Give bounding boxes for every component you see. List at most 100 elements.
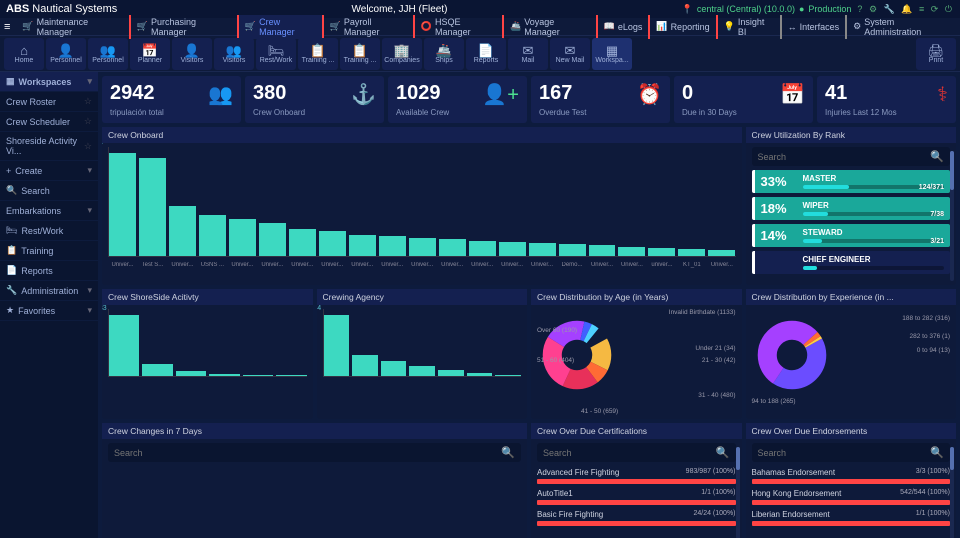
chart-bar[interactable] bbox=[142, 364, 172, 376]
endorse-search[interactable]: 🔍 bbox=[752, 443, 951, 462]
toolbar-button[interactable]: ✉Mail bbox=[508, 38, 548, 70]
toolbar-button[interactable]: 📅Planner bbox=[130, 38, 170, 70]
module-tab[interactable]: 🛒Purchasing Manager bbox=[129, 15, 237, 39]
search-input[interactable] bbox=[758, 152, 931, 162]
cert-item[interactable]: Liberian Endorsement1/1 (100%) bbox=[752, 508, 951, 526]
search-icon[interactable]: 🔍 bbox=[930, 446, 944, 459]
sidebar-item[interactable]: Crew Roster☆ bbox=[0, 92, 98, 112]
kpi-card[interactable]: 167Overdue Test⏰ bbox=[531, 76, 670, 123]
module-tab[interactable]: 🛒Payroll Manager bbox=[322, 15, 413, 39]
gear-icon[interactable]: ⚙ bbox=[869, 4, 877, 14]
chart-bar[interactable]: Univer... bbox=[289, 229, 316, 256]
toolbar-button[interactable]: 📋Training ... bbox=[298, 38, 338, 70]
toolbar-button[interactable]: ✉New Mail bbox=[550, 38, 590, 70]
chart-bar[interactable]: Univer... bbox=[529, 243, 556, 256]
cert-item[interactable]: AutoTitle11/1 (100%) bbox=[537, 487, 736, 505]
toolbar-button[interactable]: 👥Visitors bbox=[214, 38, 254, 70]
chart-bar[interactable]: Univer... bbox=[589, 245, 616, 256]
sidebar-item[interactable]: 🔍Search bbox=[0, 181, 98, 201]
cert-item[interactable]: Basic Fire Fighting24/24 (100%) bbox=[537, 508, 736, 526]
chart-bar[interactable]: univer... bbox=[648, 248, 675, 256]
toolbar-button[interactable]: 👥Personnel bbox=[88, 38, 128, 70]
toolbar-button[interactable]: ▦Workspa... bbox=[592, 38, 632, 70]
chart-bar[interactable]: Univer... bbox=[499, 242, 526, 256]
toolbar-button[interactable]: ⌂Home bbox=[4, 38, 44, 70]
sidebar-item[interactable]: 🔧Administration▾ bbox=[0, 281, 98, 301]
util-rank-item[interactable]: CHIEF ENGINEER bbox=[752, 251, 951, 274]
toolbar-button[interactable]: 🛏Rest/Work bbox=[256, 38, 296, 70]
chart-bar[interactable]: Univer... bbox=[409, 238, 436, 256]
chart-bar[interactable]: Univer... bbox=[319, 231, 346, 256]
scrollbar[interactable] bbox=[950, 447, 954, 538]
sidebar-item[interactable]: ★Favorites▾ bbox=[0, 301, 98, 321]
chart-bar[interactable] bbox=[381, 361, 407, 376]
chart-bar[interactable]: Univer... bbox=[229, 219, 256, 256]
module-tab[interactable]: ↔Interfaces bbox=[780, 15, 846, 39]
toolbar-button[interactable]: 👤Personnel bbox=[46, 38, 86, 70]
chart-bar[interactable] bbox=[438, 370, 464, 376]
chart-bar[interactable]: Univer... bbox=[109, 153, 136, 256]
chart-bar[interactable] bbox=[324, 315, 350, 376]
chart-bar[interactable] bbox=[243, 375, 273, 376]
kpi-card[interactable]: 41Injuries Last 12 Mos⚕ bbox=[817, 76, 956, 123]
sidebar-item[interactable]: +Create▾ bbox=[0, 161, 98, 181]
sidebar-item[interactable]: Crew Scheduler☆ bbox=[0, 112, 98, 132]
chart-bar[interactable]: Demo... bbox=[559, 244, 586, 256]
module-tab[interactable]: 💡Insight BI bbox=[716, 15, 780, 39]
module-tab[interactable]: 📖eLogs bbox=[596, 15, 649, 39]
util-search[interactable]: 🔍 bbox=[752, 147, 951, 166]
bell-icon[interactable]: 🔔 bbox=[901, 4, 912, 14]
chart-bar[interactable]: Univer... bbox=[708, 250, 735, 256]
sidebar-item[interactable]: 📄Reports bbox=[0, 261, 98, 281]
toolbar-button[interactable]: 📄Reports bbox=[466, 38, 506, 70]
sidebar-item[interactable]: Embarkations▾ bbox=[0, 201, 98, 221]
help-icon[interactable]: ? bbox=[857, 4, 862, 14]
util-rank-item[interactable]: 18%WIPER7/38 bbox=[752, 197, 951, 220]
menu-icon[interactable]: ≡ bbox=[919, 4, 924, 14]
search-icon[interactable]: 🔍 bbox=[501, 446, 515, 459]
sidebar-item[interactable]: 📋Training bbox=[0, 241, 98, 261]
cert-item[interactable]: Hong Kong Endorsement542/544 (100%) bbox=[752, 487, 951, 505]
changes-search[interactable]: 🔍 bbox=[108, 443, 521, 462]
chart-bar[interactable]: Univer... bbox=[469, 241, 496, 256]
search-input[interactable] bbox=[758, 448, 931, 458]
sidebar-header[interactable]: ▦Workspaces ▾ bbox=[0, 72, 98, 92]
kpi-card[interactable]: 2942tripulación total👥 bbox=[102, 76, 241, 123]
chart-bar[interactable]: Test S... bbox=[139, 158, 166, 256]
chart-bar[interactable] bbox=[352, 355, 378, 376]
chart-bar[interactable]: KT_01 bbox=[678, 249, 705, 256]
hamburger-icon[interactable]: ≡ bbox=[4, 21, 10, 33]
chart-bar[interactable]: Univer... bbox=[618, 247, 645, 256]
kpi-card[interactable]: 1029Available Crew👤+ bbox=[388, 76, 527, 123]
search-icon[interactable]: 🔍 bbox=[716, 446, 730, 459]
module-tab[interactable]: 🛒Crew Manager bbox=[237, 15, 322, 39]
chart-bar[interactable]: Univer... bbox=[379, 236, 406, 256]
search-input[interactable] bbox=[114, 448, 501, 458]
sidebar-item[interactable]: 🛏Rest/Work bbox=[0, 221, 98, 241]
module-tab[interactable]: 🚢Voyage Manager bbox=[502, 15, 596, 39]
scrollbar[interactable] bbox=[950, 151, 954, 281]
chart-bar[interactable] bbox=[495, 375, 521, 376]
toolbar-button[interactable]: 📋Training ... bbox=[340, 38, 380, 70]
print-button[interactable]: 🖨 Print bbox=[916, 38, 956, 70]
module-tab[interactable]: ⭕HSQE Manager bbox=[413, 15, 502, 39]
module-tab[interactable]: 📊Reporting bbox=[648, 15, 715, 39]
chart-bar[interactable] bbox=[467, 373, 493, 376]
util-rank-item[interactable]: 33%MASTER124/371 bbox=[752, 170, 951, 193]
chart-bar[interactable]: Univer... bbox=[169, 206, 196, 256]
scrollbar[interactable] bbox=[736, 447, 740, 538]
cert-search[interactable]: 🔍 bbox=[537, 443, 736, 462]
chart-bar[interactable] bbox=[409, 366, 435, 376]
search-input[interactable] bbox=[543, 448, 716, 458]
search-icon[interactable]: 🔍 bbox=[930, 150, 944, 163]
chart-bar[interactable] bbox=[109, 315, 139, 376]
chart-bar[interactable]: Univer... bbox=[259, 223, 286, 256]
chart-bar[interactable] bbox=[209, 374, 239, 376]
cert-item[interactable]: Advanced Fire Fighting983/987 (100%) bbox=[537, 466, 736, 484]
kpi-card[interactable]: 0Due in 30 Days📅 bbox=[674, 76, 813, 123]
chart-bar[interactable] bbox=[176, 371, 206, 376]
util-rank-item[interactable]: 14%STEWARD3/21 bbox=[752, 224, 951, 247]
kpi-card[interactable]: 380Crew Onboard⚓ bbox=[245, 76, 384, 123]
cert-item[interactable]: Bahamas Endorsement3/3 (100%) bbox=[752, 466, 951, 484]
toolbar-button[interactable]: 🏢Companies bbox=[382, 38, 422, 70]
